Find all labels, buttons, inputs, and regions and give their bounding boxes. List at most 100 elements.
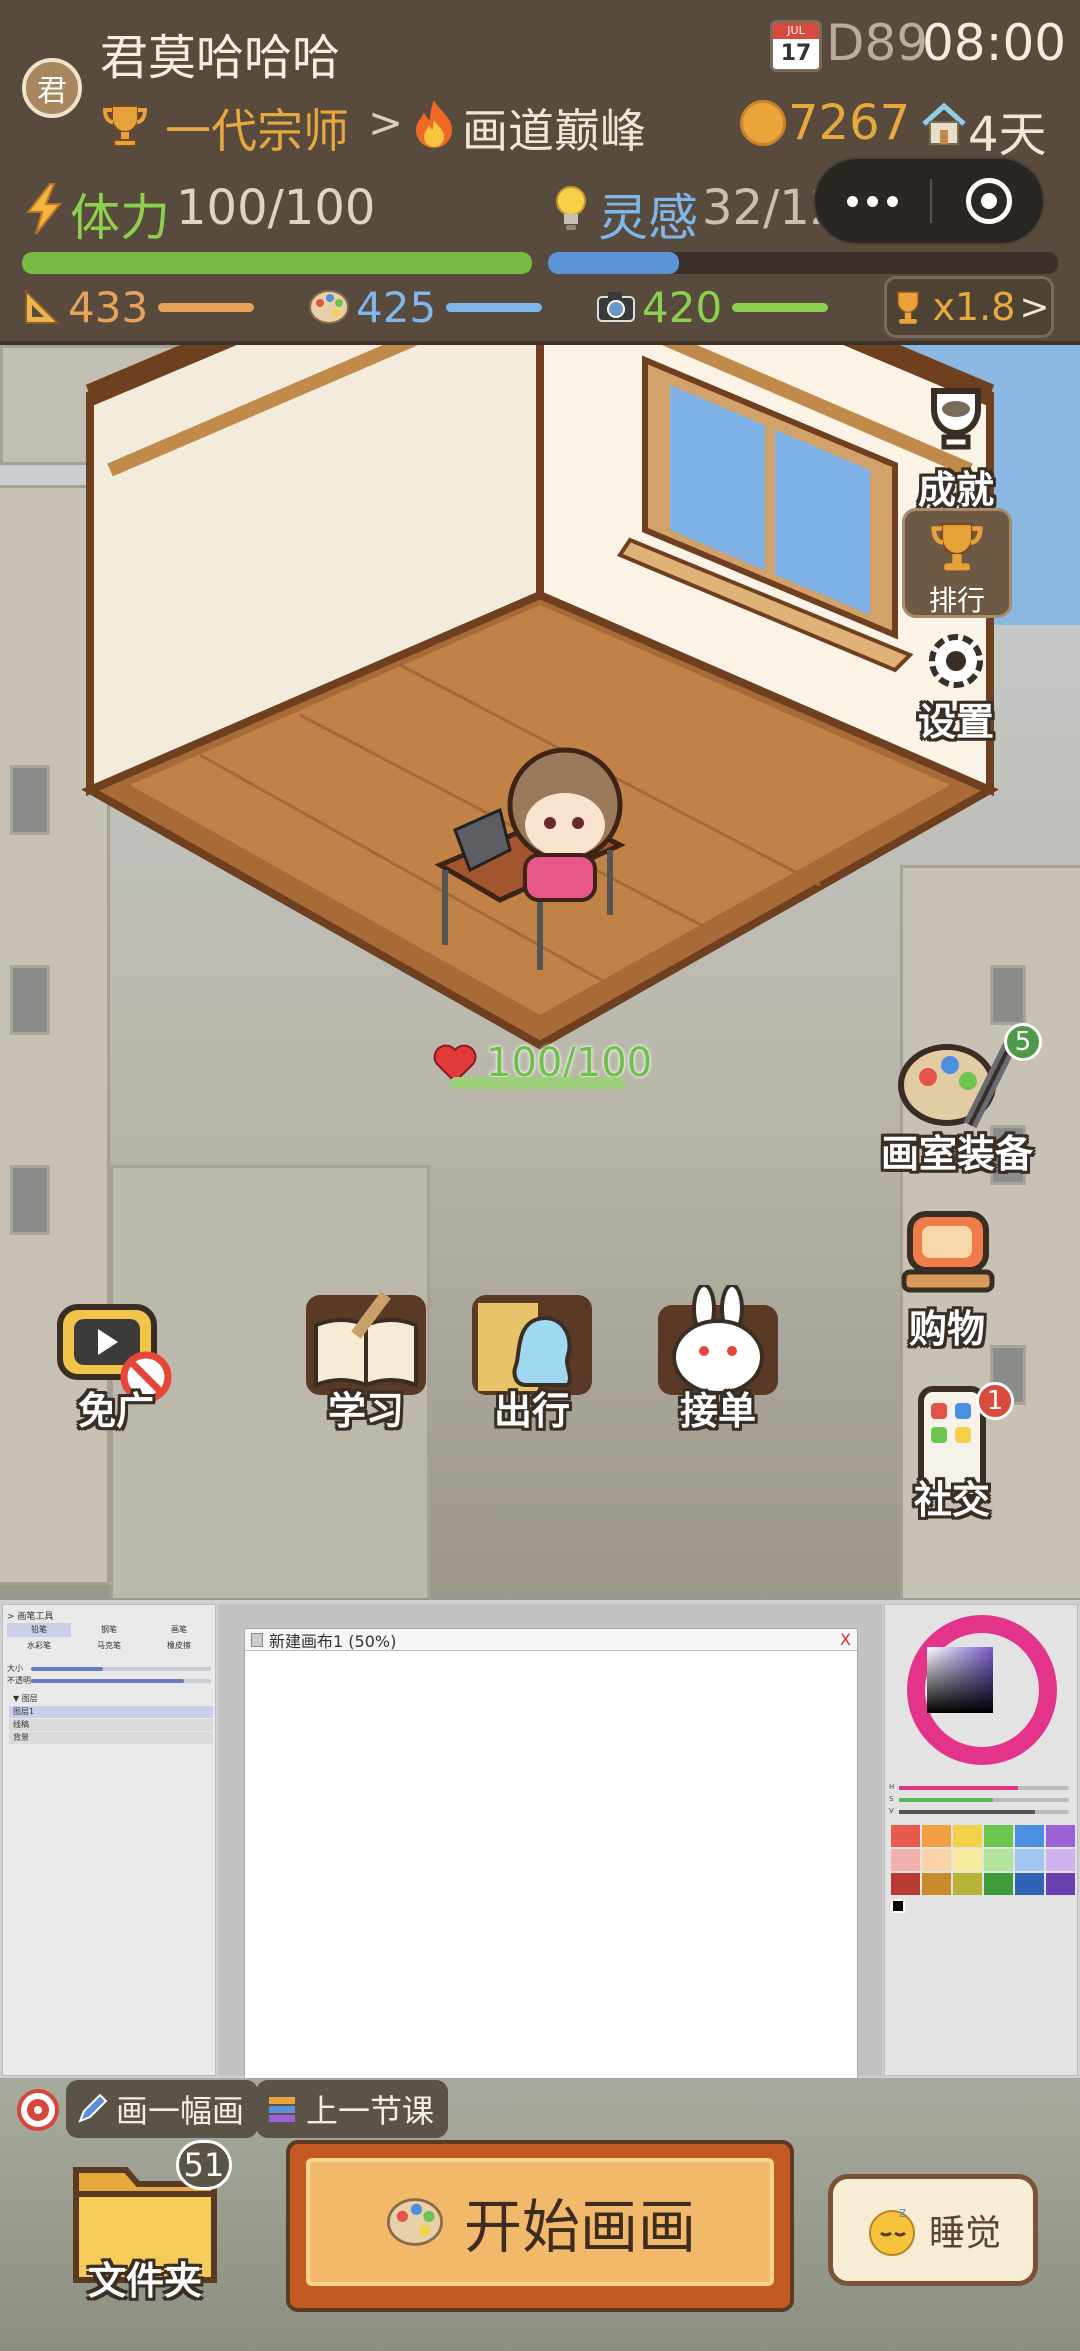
inspiration-bar-fill	[548, 252, 679, 274]
folder-count-badge: 51	[176, 2140, 232, 2190]
color-swatch[interactable]	[1046, 1849, 1075, 1871]
tool-pencil[interactable]: 铅笔	[7, 1623, 71, 1637]
hue-slider[interactable]: H	[889, 1783, 1075, 1791]
palette-brush-icon	[898, 1041, 1017, 1129]
quest-label: 上一节课	[306, 2092, 435, 2130]
travel-button[interactable]: 出行	[462, 1285, 602, 1435]
folder-label: 文件夹	[87, 2259, 202, 2303]
skill-color: 425	[308, 282, 543, 332]
color-swatch[interactable]	[1046, 1873, 1075, 1895]
start-drawing-button[interactable]: 开始画画	[286, 2140, 794, 2312]
color-swatch[interactable]	[922, 1873, 951, 1895]
game-scene: 100/100 成就 排行 设置 画室装备 5 购物 社交 1 免广 学习 出行…	[0, 345, 1080, 1598]
skill-value: 433	[68, 282, 149, 332]
ad-free-label: 免广	[77, 1389, 154, 1433]
color-swatch[interactable]	[922, 1849, 951, 1871]
books-icon	[269, 2097, 295, 2122]
stamina-label: 体力	[70, 189, 170, 247]
multiplier-value: x1.8	[932, 285, 1016, 329]
studio-equipment-label: 画室装备	[880, 1132, 1033, 1176]
color-swatch[interactable]	[953, 1849, 982, 1871]
house-icon	[922, 102, 966, 145]
trophy-icon	[897, 291, 920, 324]
canvas-titlebar: 新建画布1 (50%) X	[245, 1629, 857, 1651]
study-button[interactable]: 学习	[296, 1285, 436, 1435]
drawing-canvas[interactable]	[245, 1651, 857, 2079]
color-swatch[interactable]	[1015, 1849, 1044, 1871]
ranking-label: 排行	[928, 584, 985, 617]
start-drawing-label: 开始画画	[463, 2193, 696, 2261]
layer-item[interactable]: 线稿	[9, 1719, 213, 1731]
skill-value: 420	[642, 282, 723, 332]
color-swatch[interactable]	[953, 1873, 982, 1895]
primary-color-swatch[interactable]	[891, 1899, 905, 1913]
avatar[interactable]: 君	[22, 58, 82, 118]
brush-tool-panel: > 画笔工具 铅笔 钢笔 画笔 水彩笔 马克笔 橡皮擦 大小 不透明 ▼ 图层 …	[2, 1604, 216, 2076]
tv-shop-icon	[901, 1211, 995, 1293]
rent-days: 4天	[968, 107, 1047, 163]
canvas-close-button[interactable]: X	[840, 1629, 851, 1651]
quest-attend-class[interactable]: 上一节课	[256, 2080, 449, 2138]
commission-button[interactable]: 接单	[648, 1283, 788, 1435]
color-swatch[interactable]	[984, 1849, 1013, 1871]
value-slider[interactable]: V	[889, 1807, 1075, 1815]
quest-draw-painting[interactable]: 画一幅画	[66, 2080, 259, 2138]
opacity-slider[interactable]: 不透明	[7, 1675, 217, 1686]
achievement-button[interactable]: 成就	[896, 385, 1016, 514]
color-swatch[interactable]	[984, 1873, 1013, 1895]
color-swatch[interactable]	[1015, 1873, 1044, 1895]
tool-marker[interactable]: 马克笔	[77, 1639, 141, 1653]
lightbulb-icon	[556, 186, 586, 230]
shopping-button[interactable]: 购物	[882, 1200, 1012, 1353]
tool-watercolor[interactable]: 水彩笔	[7, 1639, 71, 1653]
opacity-label: 不透明	[7, 1676, 31, 1685]
skill-bar	[446, 302, 543, 312]
color-panel: H S V	[884, 1604, 1078, 2076]
palette-icon	[386, 2198, 443, 2246]
saturation-value-picker[interactable]	[927, 1647, 993, 1713]
color-swatch[interactable]	[1015, 1825, 1044, 1847]
color-swatch[interactable]	[1046, 1825, 1075, 1847]
ad-free-button[interactable]: 免广	[46, 1285, 186, 1435]
stamina-value: 100/100	[176, 180, 376, 236]
color-swatch[interactable]	[891, 1825, 920, 1847]
camera-icon	[597, 292, 635, 322]
color-swatch[interactable]	[891, 1873, 920, 1895]
multiplier-button[interactable]: x1.8 >	[884, 276, 1054, 338]
skill-observation: 420	[596, 282, 829, 332]
color-swatch[interactable]	[953, 1825, 982, 1847]
color-swatch[interactable]	[922, 1825, 951, 1847]
color-swatch[interactable]	[891, 1849, 920, 1871]
travel-label: 出行	[493, 1389, 570, 1433]
color-swatch[interactable]	[984, 1825, 1013, 1847]
commission-label: 接单	[679, 1389, 756, 1433]
layer-item[interactable]: 背景	[9, 1732, 213, 1744]
status-header: 君 君莫哈哈哈 一代宗师 > 画道巅峰 JUL 17 D89 08:00 726…	[0, 0, 1080, 345]
size-slider[interactable]: 大小	[7, 1663, 217, 1674]
sleeping-face-icon: z	[868, 2205, 915, 2256]
ranking-button[interactable]: 排行	[902, 508, 1012, 618]
layer-item[interactable]: 图层1	[9, 1706, 213, 1718]
calendar-day: 17	[780, 41, 812, 66]
studio-equipment-badge: 5	[1004, 1023, 1042, 1061]
game-time: 08:00	[922, 14, 1067, 72]
more-button[interactable]	[815, 159, 930, 243]
skill-bar	[732, 302, 829, 312]
sleep-button[interactable]: z 睡觉	[828, 2174, 1038, 2286]
lightning-icon	[25, 183, 63, 235]
canvas-area: 新建画布1 (50%) X	[218, 1604, 882, 2080]
trophy-outline-icon	[931, 388, 981, 450]
rank-title[interactable]: 一代宗师	[165, 95, 349, 161]
tool-pen[interactable]: 钢笔	[77, 1623, 141, 1637]
tool-brush[interactable]: 画笔	[147, 1623, 211, 1637]
saturation-slider[interactable]: S	[889, 1795, 1075, 1803]
close-miniprogram-button[interactable]	[932, 159, 1045, 243]
miniprogram-capsule	[813, 157, 1045, 245]
saturation-label: S	[889, 1795, 894, 1803]
tool-eraser[interactable]: 橡皮擦	[147, 1639, 211, 1653]
settings-button[interactable]: 设置	[896, 625, 1016, 746]
skill-value: 425	[356, 282, 437, 332]
svg-text:z: z	[899, 2205, 906, 2221]
size-label: 大小	[7, 1664, 23, 1673]
chevron-right-icon: >	[1019, 286, 1050, 328]
